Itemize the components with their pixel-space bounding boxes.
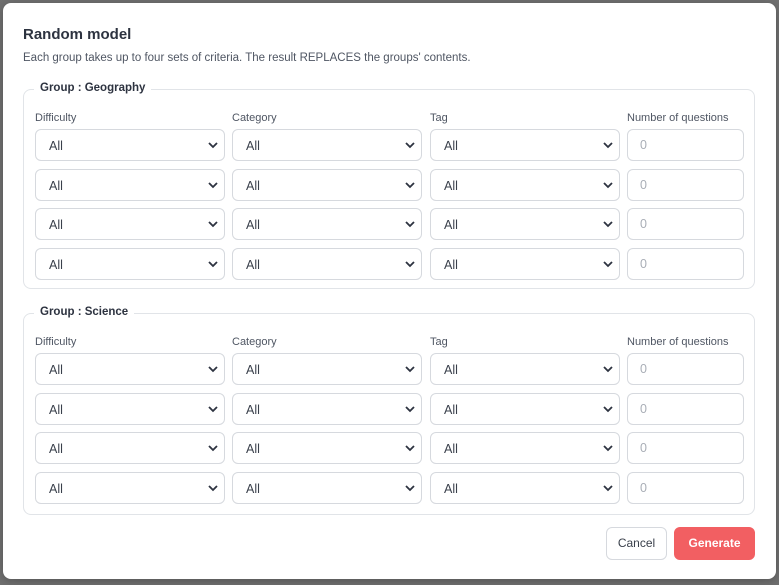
chevron-down-icon: [208, 406, 218, 413]
select-value: All: [246, 363, 260, 377]
select-value: All: [246, 482, 260, 496]
select-value: All: [444, 403, 458, 417]
generate-button[interactable]: Generate: [674, 527, 755, 560]
number-of-questions-input[interactable]: [627, 208, 744, 240]
select-value: All: [444, 363, 458, 377]
chevron-down-icon: [603, 261, 613, 268]
chevron-down-icon: [603, 142, 613, 149]
select-value: All: [246, 403, 260, 417]
select-value: All: [49, 403, 63, 417]
difficulty-select[interactable]: All: [35, 169, 225, 201]
chevron-down-icon: [208, 221, 218, 228]
chevron-down-icon: [603, 485, 613, 492]
chevron-down-icon: [603, 406, 613, 413]
select-value: All: [444, 179, 458, 193]
chevron-down-icon: [603, 182, 613, 189]
column-header-category: Category: [232, 336, 277, 348]
chevron-down-icon: [603, 221, 613, 228]
chevron-down-icon: [405, 485, 415, 492]
category-select[interactable]: All: [232, 129, 422, 161]
category-select[interactable]: All: [232, 169, 422, 201]
number-of-questions-input[interactable]: [627, 248, 744, 280]
tag-select[interactable]: All: [430, 472, 620, 504]
category-select[interactable]: All: [232, 248, 422, 280]
select-value: All: [49, 258, 63, 272]
chevron-down-icon: [208, 261, 218, 268]
select-value: All: [444, 442, 458, 456]
tag-select[interactable]: All: [430, 208, 620, 240]
dialog-title: Random model: [23, 26, 132, 43]
column-header-tag: Tag: [430, 336, 448, 348]
group-legend: Group : Geography: [34, 82, 152, 94]
category-select[interactable]: All: [232, 393, 422, 425]
category-select[interactable]: All: [232, 208, 422, 240]
chevron-down-icon: [603, 366, 613, 373]
select-value: All: [246, 139, 260, 153]
select-value: All: [444, 482, 458, 496]
group-science: Group : Science Difficulty Category Tag …: [23, 306, 755, 515]
number-of-questions-input[interactable]: [627, 393, 744, 425]
column-header-tag: Tag: [430, 112, 448, 124]
chevron-down-icon: [405, 221, 415, 228]
column-header-difficulty: Difficulty: [35, 336, 77, 348]
select-value: All: [49, 139, 63, 153]
tag-select[interactable]: All: [430, 248, 620, 280]
chevron-down-icon: [208, 445, 218, 452]
difficulty-select[interactable]: All: [35, 393, 225, 425]
difficulty-select[interactable]: All: [35, 432, 225, 464]
chevron-down-icon: [405, 261, 415, 268]
cancel-button[interactable]: Cancel: [606, 527, 667, 560]
select-value: All: [444, 139, 458, 153]
tag-select[interactable]: All: [430, 432, 620, 464]
group-legend: Group : Science: [34, 306, 135, 318]
select-value: All: [49, 363, 63, 377]
category-select[interactable]: All: [232, 353, 422, 385]
random-model-dialog: Random model Each group takes up to four…: [3, 3, 776, 579]
chevron-down-icon: [208, 485, 218, 492]
select-value: All: [246, 179, 260, 193]
chevron-down-icon: [405, 182, 415, 189]
difficulty-select[interactable]: All: [35, 129, 225, 161]
tag-select[interactable]: All: [430, 169, 620, 201]
column-header-difficulty: Difficulty: [35, 112, 77, 124]
column-header-number-of-questions: Number of questions: [627, 112, 729, 124]
dialog-description: Each group takes up to four sets of crit…: [23, 52, 471, 64]
number-of-questions-input[interactable]: [627, 353, 744, 385]
select-value: All: [246, 258, 260, 272]
chevron-down-icon: [208, 142, 218, 149]
tag-select[interactable]: All: [430, 129, 620, 161]
difficulty-select[interactable]: All: [35, 472, 225, 504]
chevron-down-icon: [208, 366, 218, 373]
select-value: All: [444, 258, 458, 272]
select-value: All: [444, 218, 458, 232]
category-select[interactable]: All: [232, 432, 422, 464]
column-header-number-of-questions: Number of questions: [627, 336, 729, 348]
chevron-down-icon: [405, 445, 415, 452]
chevron-down-icon: [405, 142, 415, 149]
chevron-down-icon: [603, 445, 613, 452]
select-value: All: [246, 218, 260, 232]
chevron-down-icon: [405, 406, 415, 413]
number-of-questions-input[interactable]: [627, 129, 744, 161]
select-value: All: [49, 482, 63, 496]
chevron-down-icon: [208, 182, 218, 189]
select-value: All: [49, 442, 63, 456]
group-geography: Group : Geography Difficulty Category Ta…: [23, 82, 755, 289]
number-of-questions-input[interactable]: [627, 432, 744, 464]
difficulty-select[interactable]: All: [35, 353, 225, 385]
number-of-questions-input[interactable]: [627, 169, 744, 201]
tag-select[interactable]: All: [430, 393, 620, 425]
select-value: All: [49, 179, 63, 193]
number-of-questions-input[interactable]: [627, 472, 744, 504]
select-value: All: [49, 218, 63, 232]
category-select[interactable]: All: [232, 472, 422, 504]
tag-select[interactable]: All: [430, 353, 620, 385]
difficulty-select[interactable]: All: [35, 248, 225, 280]
chevron-down-icon: [405, 366, 415, 373]
difficulty-select[interactable]: All: [35, 208, 225, 240]
column-header-category: Category: [232, 112, 277, 124]
select-value: All: [246, 442, 260, 456]
